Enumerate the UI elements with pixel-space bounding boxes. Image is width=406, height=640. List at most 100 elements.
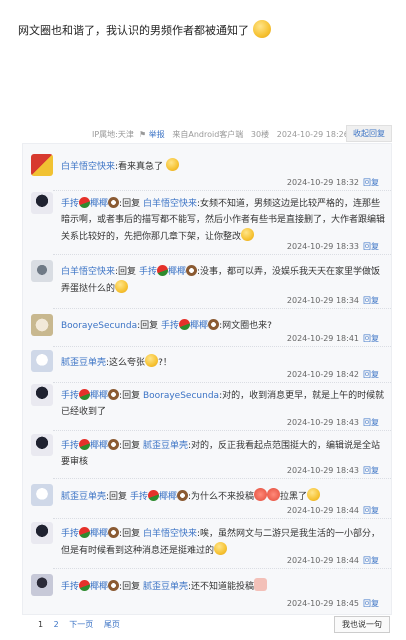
reply-button[interactable]: 回复: [363, 506, 379, 515]
avatar[interactable]: [31, 192, 53, 214]
reply-button[interactable]: 回复: [363, 178, 379, 187]
reply-time: 2024-10-29 18:34 回复: [286, 296, 379, 305]
reply-user-link[interactable]: 手抟 椰椰: [61, 389, 120, 401]
ip-location: IP属地:天津: [92, 130, 134, 139]
reply-button[interactable]: 回复: [363, 556, 379, 565]
reply-text: 手抟 椰椰:回复 白羊悟空快来:女频不知道，男频这边是比较严格的，连那些暗示啊，或…: [61, 197, 386, 242]
avatar[interactable]: [31, 574, 53, 596]
smirk-emoji-icon: [307, 488, 321, 501]
reply-user-link[interactable]: BoorayeSecunda: [61, 321, 137, 331]
flag-icon: ⚑: [136, 130, 147, 139]
avatar[interactable]: [31, 260, 53, 282]
avatar[interactable]: [31, 350, 53, 372]
next-page-link[interactable]: 下一页: [69, 620, 93, 629]
divider: [53, 254, 391, 255]
reply-target-link[interactable]: 白羊悟空快来: [143, 529, 197, 539]
smirk-emoji-icon: [241, 228, 255, 241]
watermelon-icon: [79, 527, 91, 538]
reply-user-link[interactable]: 白羊悟空快来: [61, 267, 115, 277]
reply-button[interactable]: 回复: [363, 370, 379, 379]
avatar[interactable]: [31, 384, 53, 406]
reply-time: 2024-10-29 18:33 回复: [286, 242, 379, 251]
smirk-emoji-icon: [214, 542, 228, 555]
floor-number: 30楼: [250, 130, 270, 139]
reply-button[interactable]: 回复: [363, 242, 379, 251]
angry-emoji-icon: [267, 488, 281, 501]
reply-button[interactable]: 回复: [363, 334, 379, 343]
post-time: 2024-10-29 18:26: [276, 130, 349, 139]
reply-button[interactable]: 回复: [363, 599, 379, 608]
reply-user-link[interactable]: 腻歪豆单壳: [61, 358, 106, 368]
reply-content: :还不知道能投稿: [187, 582, 255, 592]
avatar[interactable]: [31, 484, 53, 506]
reply-thread: 白羊悟空快来:看来真急了 2024-10-29 18:32 回复 手抟 椰椰:回复 …: [22, 143, 392, 615]
collapse-replies-button[interactable]: 收起回复: [346, 125, 392, 142]
crying-emoji-icon: [254, 578, 268, 591]
reply-button[interactable]: 回复: [363, 296, 379, 305]
reply-target-link[interactable]: 手抟 椰椰: [161, 319, 220, 331]
coconut-icon: [108, 197, 120, 208]
divider: [53, 190, 391, 191]
watermelon-icon: [79, 439, 91, 450]
smirk-emoji-icon: [252, 20, 271, 38]
avatar[interactable]: [31, 522, 53, 544]
reply-user-link[interactable]: 手抟 椰椰: [61, 197, 120, 209]
reply-time: 2024-10-29 18:41 回复: [286, 334, 379, 343]
reply-target-link[interactable]: 腻歪豆单壳: [143, 441, 188, 451]
watermelon-icon: [147, 490, 159, 501]
report-link[interactable]: 举报: [149, 130, 165, 139]
avatar[interactable]: [31, 154, 53, 176]
coconut-icon: [176, 490, 188, 501]
reply-target-link[interactable]: 白羊悟空快来: [143, 199, 197, 209]
divider: [53, 308, 391, 309]
client-source: 来自Android客户端: [172, 130, 244, 139]
reply-time: 2024-10-29 18:44 回复: [286, 506, 379, 515]
say-something-button[interactable]: 我也说一句: [334, 616, 390, 633]
coconut-icon: [108, 527, 120, 538]
divider: [53, 518, 391, 519]
coconut-icon: [108, 389, 120, 400]
reply-target-link[interactable]: 手抟 椰椰: [130, 490, 188, 502]
reply-button[interactable]: 回复: [363, 466, 379, 475]
reply-text: 手抟 椰椰:回复 BoorayeSecunda:对的，收到消息更早，就是上午的时候…: [61, 389, 385, 417]
reply-user-link[interactable]: 白羊悟空快来: [61, 162, 115, 172]
reply-button[interactable]: 回复: [363, 418, 379, 427]
watermelon-icon: [79, 197, 91, 208]
reply-target-link[interactable]: 手抟 椰椰: [139, 265, 197, 277]
reply-text: 白羊悟空快来:回复 手抟 椰椰:没事，都可以弄，没娱乐我天天在家里学做饭弄蛋挞什么…: [61, 265, 381, 294]
smirk-emoji-icon: [165, 158, 179, 171]
reply-time: 2024-10-29 18:45 回复: [286, 599, 379, 608]
reply-user-link[interactable]: 手抟 椰椰: [61, 580, 120, 592]
watermelon-icon: [79, 580, 91, 591]
reply-text: 腻歪豆单壳:回复 手抟 椰椰:为什么不来投稿 拉黑了: [61, 488, 386, 505]
page-2-link[interactable]: 2: [54, 620, 59, 629]
divider: [53, 382, 391, 383]
reply-content: :为什么不来投稿: [187, 492, 255, 502]
reply-content: :看来真急了: [115, 162, 164, 172]
reply-text: BoorayeSecunda:回复 手抟 椰椰:网文圈也来?: [61, 319, 272, 331]
reply-target-link[interactable]: 腻歪豆单壳: [143, 582, 188, 592]
reply-user-link[interactable]: 手抟 椰椰: [61, 527, 120, 539]
page-1: 1: [38, 620, 44, 629]
divider: [53, 568, 391, 569]
reply-time: 2024-10-29 18:42 回复: [286, 370, 379, 379]
reply-user-link[interactable]: 腻歪豆单壳: [61, 492, 106, 502]
surprised-emoji-icon: [145, 354, 159, 367]
angry-emoji-icon: [254, 488, 268, 501]
divider: [53, 430, 391, 431]
reply-text: 白羊悟空快来:看来真急了: [61, 158, 386, 175]
coconut-icon: [108, 580, 120, 591]
avatar[interactable]: [31, 434, 53, 456]
reply-user-link[interactable]: 手抟 椰椰: [61, 439, 120, 451]
coconut-icon: [108, 439, 120, 450]
coconut-icon: [208, 319, 220, 330]
last-page-link[interactable]: 尾页: [104, 620, 120, 629]
watermelon-icon: [156, 265, 168, 276]
avatar[interactable]: [31, 314, 53, 336]
post-content: 网文圈也和谐了，我认识的男频作者都被通知了: [18, 20, 398, 39]
reply-target-link[interactable]: BoorayeSecunda: [143, 391, 219, 401]
reply-content: :这么夸张: [106, 358, 146, 368]
reply-time: 2024-10-29 18:44 回复: [286, 556, 379, 565]
reply-time: 2024-10-29 18:43 回复: [286, 418, 379, 427]
laugh-emoji-icon: [115, 280, 129, 293]
